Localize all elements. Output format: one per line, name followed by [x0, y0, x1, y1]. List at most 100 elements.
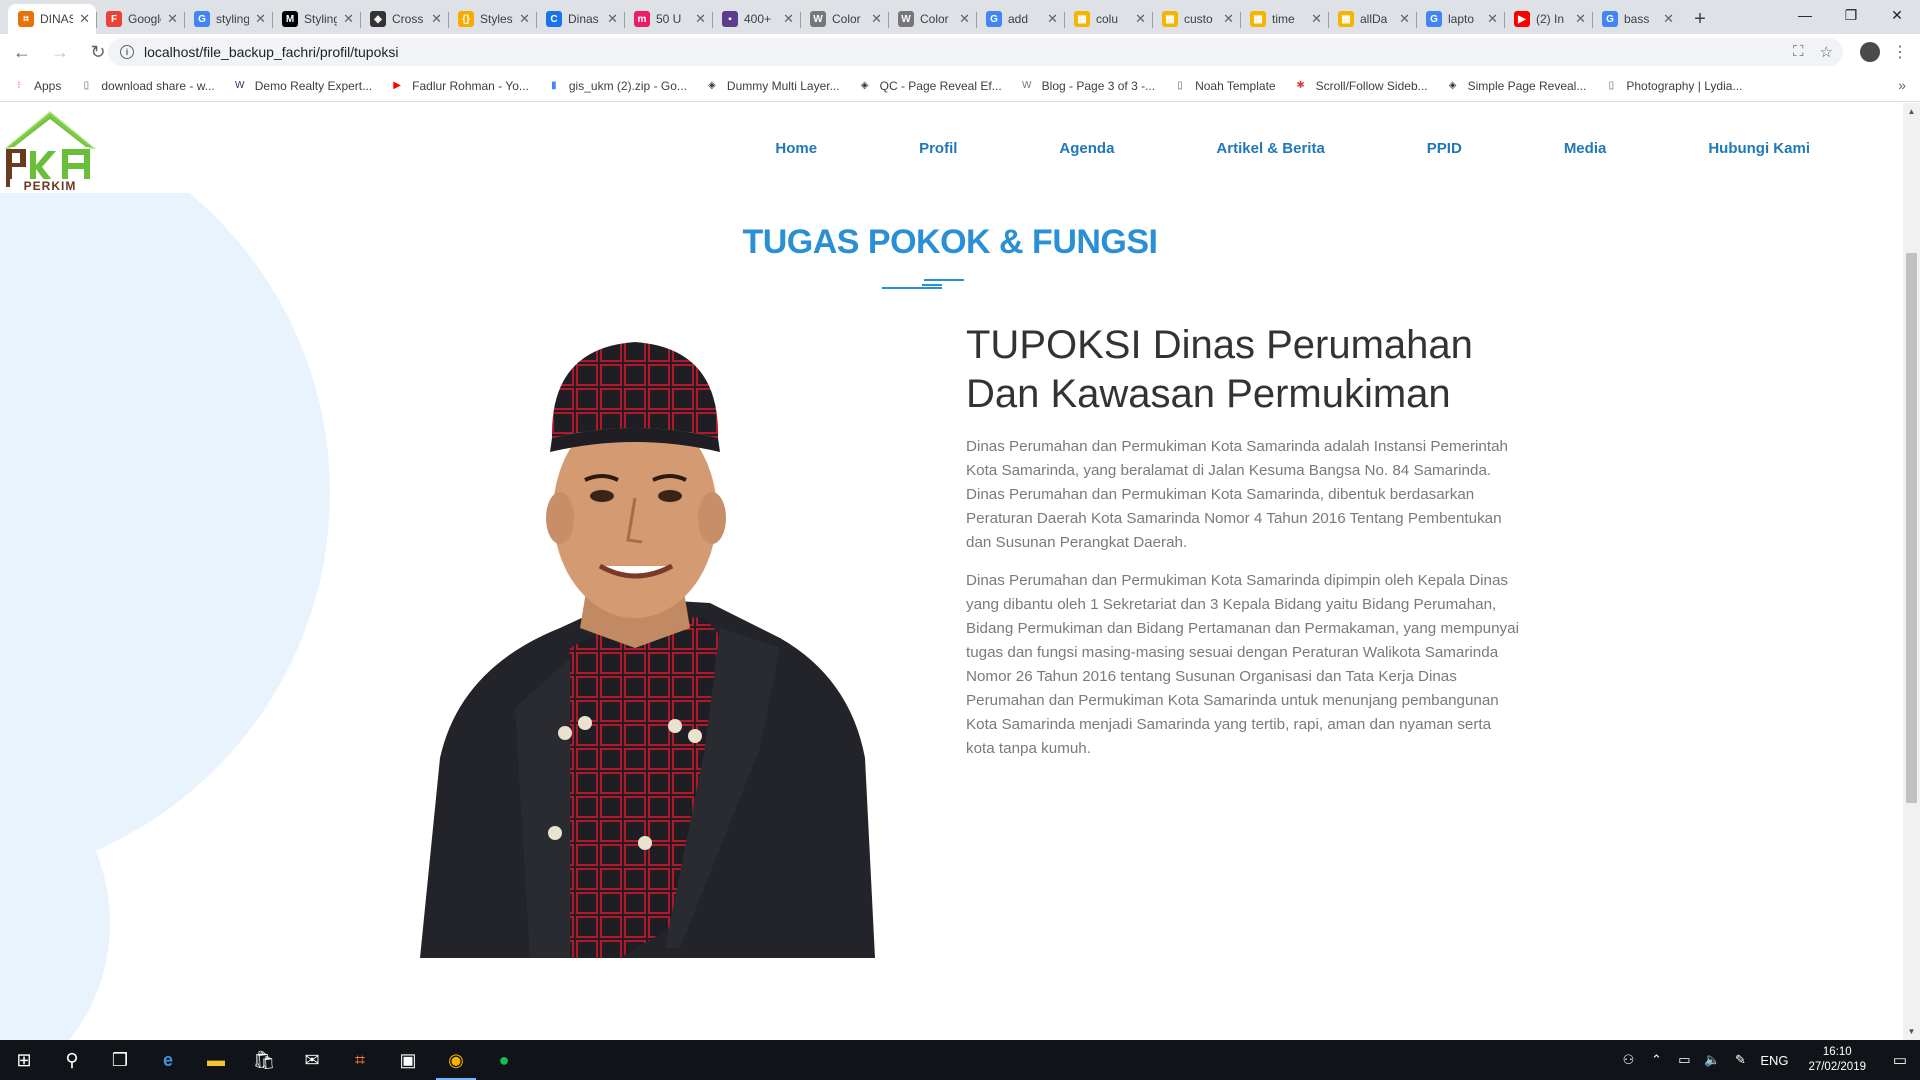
task-view-icon[interactable]: ❒	[96, 1040, 144, 1080]
tab-favicon-icon: ▶	[1514, 11, 1530, 27]
file-explorer-icon[interactable]: ▬	[192, 1040, 240, 1080]
bookmark-item[interactable]: ◈ Dummy Multi Layer...	[705, 79, 840, 93]
tab-close-icon[interactable]: ✕	[255, 11, 266, 27]
start-button[interactable]: ⊞	[0, 1040, 48, 1080]
network-icon[interactable]: ▭	[1670, 1052, 1698, 1068]
browser-tab[interactable]: Glapto ✕	[1416, 4, 1504, 34]
tab-close-icon[interactable]: ✕	[1311, 11, 1322, 27]
tab-close-icon[interactable]: ✕	[1663, 11, 1674, 27]
volume-icon[interactable]: 🔈	[1698, 1052, 1726, 1068]
scroll-thumb[interactable]	[1906, 253, 1917, 803]
browser-tab[interactable]: Gbass ✕	[1592, 4, 1680, 34]
browser-tab[interactable]: ◈ Cross ✕	[360, 4, 448, 34]
tab-close-icon[interactable]: ✕	[519, 11, 530, 27]
tab-close-icon[interactable]: ✕	[1487, 11, 1498, 27]
nav-item-profil[interactable]: Profil	[919, 140, 957, 157]
scroll-down-arrow[interactable]: ▼	[1903, 1023, 1920, 1040]
language-indicator[interactable]: ENG	[1754, 1053, 1794, 1068]
tab-close-icon[interactable]: ✕	[959, 11, 970, 27]
chrome-icon[interactable]: ◉	[432, 1040, 480, 1080]
tab-close-icon[interactable]: ✕	[431, 11, 442, 27]
back-button[interactable]: ←	[10, 40, 34, 64]
browser-tab[interactable]: F Google ✕	[96, 4, 184, 34]
browser-tab[interactable]: W Color ✕	[888, 4, 976, 34]
browser-tab[interactable]: C Dinas ✕	[536, 4, 624, 34]
page-scrollbar[interactable]: ▲ ▼	[1903, 103, 1920, 1040]
browser-tab[interactable]: Gstyling ✕	[184, 4, 272, 34]
browser-tab[interactable]: {} Styles ✕	[448, 4, 536, 34]
nav-item-artikel-berita[interactable]: Artikel & Berita	[1216, 140, 1324, 157]
tab-close-icon[interactable]: ✕	[1047, 11, 1058, 27]
nav-item-ppid[interactable]: PPID	[1427, 140, 1462, 157]
notification-icon[interactable]: ▭	[1880, 1051, 1920, 1069]
system-clock[interactable]: 16:10 27/02/2019	[1794, 1045, 1880, 1075]
restore-button[interactable]: ❐	[1828, 0, 1874, 30]
tab-close-icon[interactable]: ✕	[1575, 11, 1586, 27]
bookmark-item[interactable]: ◈ Simple Page Reveal...	[1446, 79, 1587, 93]
profile-avatar[interactable]	[1860, 42, 1880, 62]
bookmark-item[interactable]: W Demo Realty Expert...	[233, 79, 372, 93]
browser-menu-icon[interactable]: ⋮	[1892, 42, 1908, 62]
edge-icon[interactable]: e	[144, 1040, 192, 1080]
bookmark-item[interactable]: W Blog - Page 3 of 3 -...	[1020, 79, 1155, 93]
pen-icon[interactable]: ✎	[1726, 1052, 1754, 1068]
nav-item-agenda[interactable]: Agenda	[1059, 140, 1114, 157]
bookmark-item[interactable]: ✱ Scroll/Follow Sideb...	[1294, 79, 1427, 93]
browser-tab[interactable]: ▶ (2) In ✕	[1504, 4, 1592, 34]
browser-tab[interactable]: ⌗ DINAS ✕	[8, 4, 96, 34]
browser-tab[interactable]: Gadd ✕	[976, 4, 1064, 34]
address-bar[interactable]: i localhost/file_backup_fachri/profil/tu…	[108, 38, 1843, 66]
bookmarks-overflow-button[interactable]: »	[1898, 77, 1906, 93]
tab-favicon-icon: ▦	[1074, 11, 1090, 27]
nav-item-home[interactable]: Home	[775, 140, 817, 157]
browser-tab[interactable]: ▦ custo ✕	[1152, 4, 1240, 34]
tab-title: 50 U	[656, 12, 682, 26]
perkim-logo[interactable]: PERKIM	[0, 109, 100, 193]
bookmark-item[interactable]: ◈ QC - Page Reveal Ef...	[858, 79, 1002, 93]
new-tab-button[interactable]: +	[1686, 4, 1714, 34]
tray-expand-icon[interactable]: ⌃	[1642, 1052, 1670, 1068]
bookmark-item[interactable]: ▯ Noah Template	[1173, 79, 1275, 93]
browser-tab[interactable]: ▦ time ✕	[1240, 4, 1328, 34]
people-icon[interactable]: ⚇	[1614, 1052, 1642, 1068]
scroll-up-arrow[interactable]: ▲	[1903, 103, 1920, 120]
bookmark-star-icon[interactable]: ☆	[1820, 43, 1833, 61]
browser-tab[interactable]: ▦ allDa ✕	[1328, 4, 1416, 34]
close-window-button[interactable]: ✕	[1874, 0, 1920, 30]
browser-tab[interactable]: ▦ colu ✕	[1064, 4, 1152, 34]
tab-close-icon[interactable]: ✕	[871, 11, 882, 27]
search-icon[interactable]: ⚲	[48, 1040, 96, 1080]
bookmark-item[interactable]: ⁝ Apps	[12, 79, 61, 93]
nav-item-media[interactable]: Media	[1564, 140, 1607, 157]
spotify-icon[interactable]: ●	[480, 1040, 528, 1080]
browser-tab[interactable]: m 50 U ✕	[624, 4, 712, 34]
site-info-icon[interactable]: i	[120, 45, 134, 59]
app-window-icon[interactable]: ▣	[384, 1040, 432, 1080]
bookmark-item[interactable]: ▮ gis_ukm (2).zip - Go...	[547, 79, 687, 93]
tab-close-icon[interactable]: ✕	[167, 11, 178, 27]
translate-icon[interactable]: ⛶	[1793, 43, 1804, 61]
bookmark-item[interactable]: ▯ Photography | Lydia...	[1604, 79, 1743, 93]
forward-button[interactable]: →	[48, 40, 72, 64]
tab-close-icon[interactable]: ✕	[783, 11, 794, 27]
tab-close-icon[interactable]: ✕	[1223, 11, 1234, 27]
tab-close-icon[interactable]: ✕	[695, 11, 706, 27]
tab-close-icon[interactable]: ✕	[343, 11, 354, 27]
bookmark-item[interactable]: ▯ download share - w...	[79, 79, 215, 93]
tab-close-icon[interactable]: ✕	[607, 11, 618, 27]
store-icon[interactable]: 🛍	[240, 1040, 288, 1080]
browser-toolbar: ← → ↻ i localhost/file_backup_fachri/pro…	[0, 34, 1920, 70]
mail-icon[interactable]: ✉	[288, 1040, 336, 1080]
tab-close-icon[interactable]: ✕	[79, 11, 90, 27]
tab-close-icon[interactable]: ✕	[1399, 11, 1410, 27]
xampp-icon[interactable]: ⌗	[336, 1040, 384, 1080]
browser-tab[interactable]: W Color ✕	[800, 4, 888, 34]
browser-tab[interactable]: ▪ 400+ ✕	[712, 4, 800, 34]
bookmark-item[interactable]: ▶ Fadlur Rohman - Yo...	[390, 79, 529, 93]
tab-close-icon[interactable]: ✕	[1135, 11, 1146, 27]
minimize-button[interactable]: —	[1782, 0, 1828, 30]
bookmark-icon: ▯	[1177, 80, 1183, 91]
nav-item-hubungi-kami[interactable]: Hubungi Kami	[1708, 140, 1810, 157]
reload-button[interactable]: ↻	[86, 40, 110, 64]
browser-tab[interactable]: M Styling ✕	[272, 4, 360, 34]
